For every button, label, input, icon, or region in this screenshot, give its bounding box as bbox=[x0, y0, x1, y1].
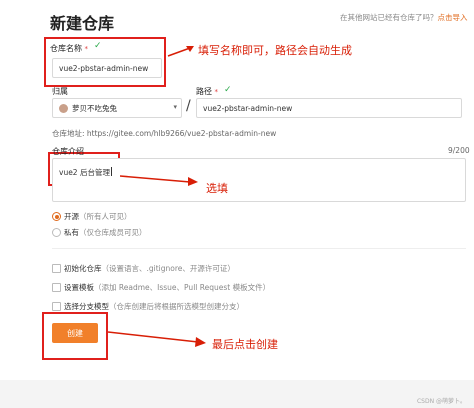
repo-name-value: vue2-pbstar-admin-new bbox=[59, 63, 149, 73]
page-title: 新建仓库 bbox=[50, 14, 115, 33]
checkbox-template[interactable] bbox=[52, 283, 61, 292]
checkbox-branch-model[interactable] bbox=[52, 302, 61, 311]
radio-public-hint: （所有人可见） bbox=[79, 212, 132, 221]
owner-value: 萝贝不吃兔兔 bbox=[72, 103, 117, 113]
radio-private-text: 私有 bbox=[64, 228, 79, 237]
radio-private[interactable] bbox=[52, 228, 61, 237]
option-branch-model: 选择分支模型（仓库创建后将根据所选模型创建分支） bbox=[64, 301, 244, 312]
repo-name-label: 仓库名称 * bbox=[50, 43, 88, 54]
annotation-arrow-create bbox=[108, 331, 206, 347]
radio-private-hint: （仅仓库成员可见） bbox=[79, 228, 147, 237]
radio-public-label: 开源（所有人可见） bbox=[64, 211, 132, 222]
annotation-create-hint: 最后点击创建 bbox=[212, 338, 278, 351]
repo-name-label-text: 仓库名称 bbox=[50, 44, 82, 53]
radio-public[interactable] bbox=[52, 212, 61, 221]
radio-public-text: 开源 bbox=[64, 212, 79, 221]
description-label: 仓库介绍 bbox=[52, 147, 84, 156]
description-counter: 9/200 bbox=[448, 146, 470, 155]
create-button[interactable]: 创建 bbox=[52, 323, 98, 343]
annotation-description-hint: 选填 bbox=[206, 182, 228, 195]
check-icon: ✓ bbox=[94, 41, 102, 51]
owner-label: 归属 bbox=[52, 87, 68, 96]
option-init-repo-hint: （设置语言、.gitignore、开源许可证） bbox=[101, 264, 235, 273]
path-label: 路径 * bbox=[196, 86, 218, 97]
repo-url: 仓库地址: https://gitee.com/hlb9266/vue2-pbs… bbox=[52, 129, 277, 138]
text-cursor bbox=[110, 167, 112, 176]
required-mark: * bbox=[84, 45, 89, 53]
option-template-hint: （添加 Readme、Issue、Pull Request 模板文件） bbox=[94, 283, 271, 292]
avatar-icon bbox=[59, 103, 68, 113]
path-required-mark: * bbox=[214, 88, 219, 96]
path-value: vue2-pbstar-admin-new bbox=[203, 103, 293, 113]
watermark: CSDN @萌萝卜。 bbox=[416, 398, 466, 405]
option-init-repo-text: 初始化仓库 bbox=[64, 264, 102, 273]
radio-private-label: 私有（仅仓库成员可见） bbox=[64, 227, 147, 238]
repo-name-input[interactable]: vue2-pbstar-admin-new bbox=[52, 58, 162, 78]
annotation-name-hint: 填写名称即可，路径会自动生成 bbox=[198, 44, 352, 57]
option-template: 设置模板（添加 Readme、Issue、Pull Request 模板文件） bbox=[64, 282, 270, 293]
option-branch-model-text: 选择分支模型 bbox=[64, 302, 109, 311]
divider bbox=[52, 248, 466, 249]
option-template-text: 设置模板 bbox=[64, 283, 94, 292]
check-icon: ✓ bbox=[224, 85, 232, 95]
path-separator: / bbox=[186, 98, 191, 114]
import-hint: 在其他网站已经有仓库了吗？点击导入 bbox=[340, 12, 468, 23]
path-label-text: 路径 bbox=[196, 87, 212, 96]
description-value: vue2 后台管理 bbox=[59, 168, 110, 177]
footer bbox=[0, 380, 474, 408]
annotation-arrow-description bbox=[120, 175, 198, 186]
path-input[interactable]: vue2-pbstar-admin-new bbox=[196, 98, 462, 118]
option-init-repo: 初始化仓库（设置语言、.gitignore、开源许可证） bbox=[64, 263, 235, 274]
chevron-down-icon: ▾ bbox=[173, 103, 177, 111]
import-hint-text: 在其他网站已经有仓库了吗？ bbox=[340, 13, 438, 22]
option-branch-model-hint: （仓库创建后将根据所选模型创建分支） bbox=[109, 302, 244, 311]
import-link[interactable]: 点击导入 bbox=[438, 13, 468, 22]
description-textarea[interactable]: vue2 后台管理 bbox=[52, 158, 466, 202]
annotation-arrow-name bbox=[167, 46, 194, 57]
checkbox-init-repo[interactable] bbox=[52, 264, 61, 273]
owner-select[interactable]: 萝贝不吃兔兔 ▾ bbox=[52, 98, 182, 118]
